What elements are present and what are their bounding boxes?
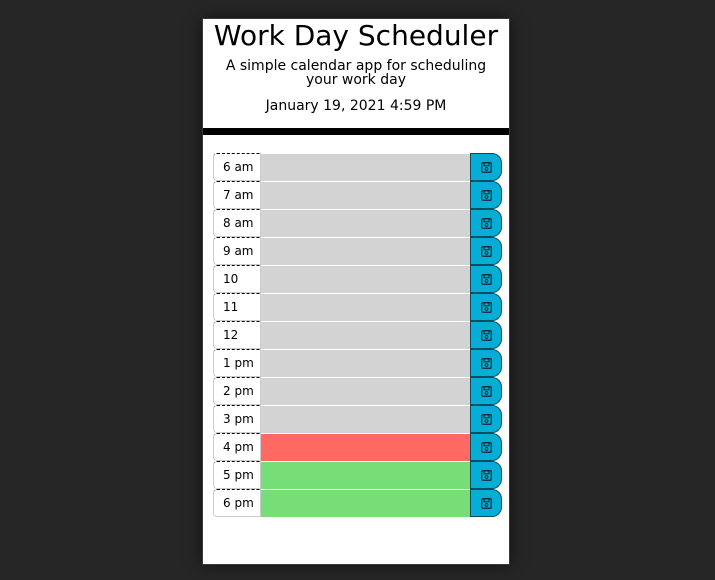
hour-label: 2 pm (213, 377, 261, 405)
page-lead: A simple calendar app for scheduling you… (225, 58, 487, 88)
scheduler-container: Work Day Scheduler A simple calendar app… (202, 18, 510, 565)
time-block-row: 7 am (213, 181, 502, 209)
time-block-row: 5 pm (213, 461, 502, 489)
hour-label: 5 pm (213, 461, 261, 489)
time-block-row: 2 pm (213, 377, 502, 405)
event-description-past[interactable] (261, 321, 470, 349)
event-description-present[interactable] (261, 433, 470, 461)
save-button[interactable] (470, 181, 502, 209)
hour-label: 9 am (213, 237, 261, 265)
hour-label: 6 pm (213, 489, 261, 517)
save-icon (480, 245, 492, 257)
event-description-past[interactable] (261, 181, 470, 209)
hour-label: 10 am (213, 265, 261, 312)
header-divider (203, 128, 509, 135)
time-block-row: 6 pm (213, 489, 502, 517)
hour-label: 3 pm (213, 405, 261, 433)
save-button[interactable] (470, 237, 502, 265)
event-description-past[interactable] (261, 209, 470, 237)
save-button[interactable] (470, 153, 502, 181)
save-icon (480, 329, 492, 341)
time-block-row: 8 am (213, 209, 502, 237)
time-block-row: 10 am (213, 265, 502, 312)
save-icon (480, 217, 492, 229)
save-icon (480, 301, 492, 313)
save-button[interactable] (470, 405, 502, 433)
current-date: January 19, 2021 4:59 PM (265, 98, 447, 114)
jumbotron: Work Day Scheduler A simple calendar app… (203, 19, 509, 115)
time-block-row: 6 am (213, 153, 502, 181)
hour-label: 11 am (213, 293, 261, 340)
hour-label: 12 pm (213, 321, 261, 368)
save-icon (480, 441, 492, 453)
event-description-past[interactable] (261, 293, 470, 321)
hour-label: 6 am (213, 153, 261, 181)
time-block-row: 4 pm (213, 433, 502, 461)
event-description-past[interactable] (261, 377, 470, 405)
time-block-row: 3 pm (213, 405, 502, 433)
save-button[interactable] (470, 321, 502, 349)
event-description-past[interactable] (261, 405, 470, 433)
event-description-past[interactable] (261, 237, 470, 265)
save-button[interactable] (470, 265, 502, 293)
time-block-list: 6 am7 am8 am9 am10 am11 am12 pm1 pm2 pm3… (213, 153, 502, 517)
event-description-past[interactable] (261, 349, 470, 377)
time-block-row: 1 pm (213, 349, 502, 377)
hour-label: 1 pm (213, 349, 261, 377)
hour-label: 4 pm (213, 433, 261, 461)
time-block-row: 11 am (213, 293, 502, 340)
save-button[interactable] (470, 377, 502, 405)
page-title: Work Day Scheduler (213, 19, 499, 52)
save-icon (480, 357, 492, 369)
save-button[interactable] (470, 461, 502, 489)
save-button[interactable] (470, 433, 502, 461)
save-icon (480, 273, 492, 285)
save-button[interactable] (470, 209, 502, 237)
hour-label: 8 am (213, 209, 261, 237)
save-icon (480, 385, 492, 397)
save-icon (480, 413, 492, 425)
save-icon (480, 497, 492, 509)
time-block-row: 12 pm (213, 321, 502, 368)
hour-label: 7 am (213, 181, 261, 209)
save-button[interactable] (470, 349, 502, 377)
event-description-future[interactable] (261, 489, 470, 517)
save-icon (480, 189, 492, 201)
event-description-future[interactable] (261, 461, 470, 489)
save-button[interactable] (470, 489, 502, 517)
save-button[interactable] (470, 293, 502, 321)
event-description-past[interactable] (261, 265, 470, 293)
save-icon (480, 161, 492, 173)
time-block-row: 9 am (213, 237, 502, 265)
event-description-past[interactable] (261, 153, 470, 181)
save-icon (480, 469, 492, 481)
